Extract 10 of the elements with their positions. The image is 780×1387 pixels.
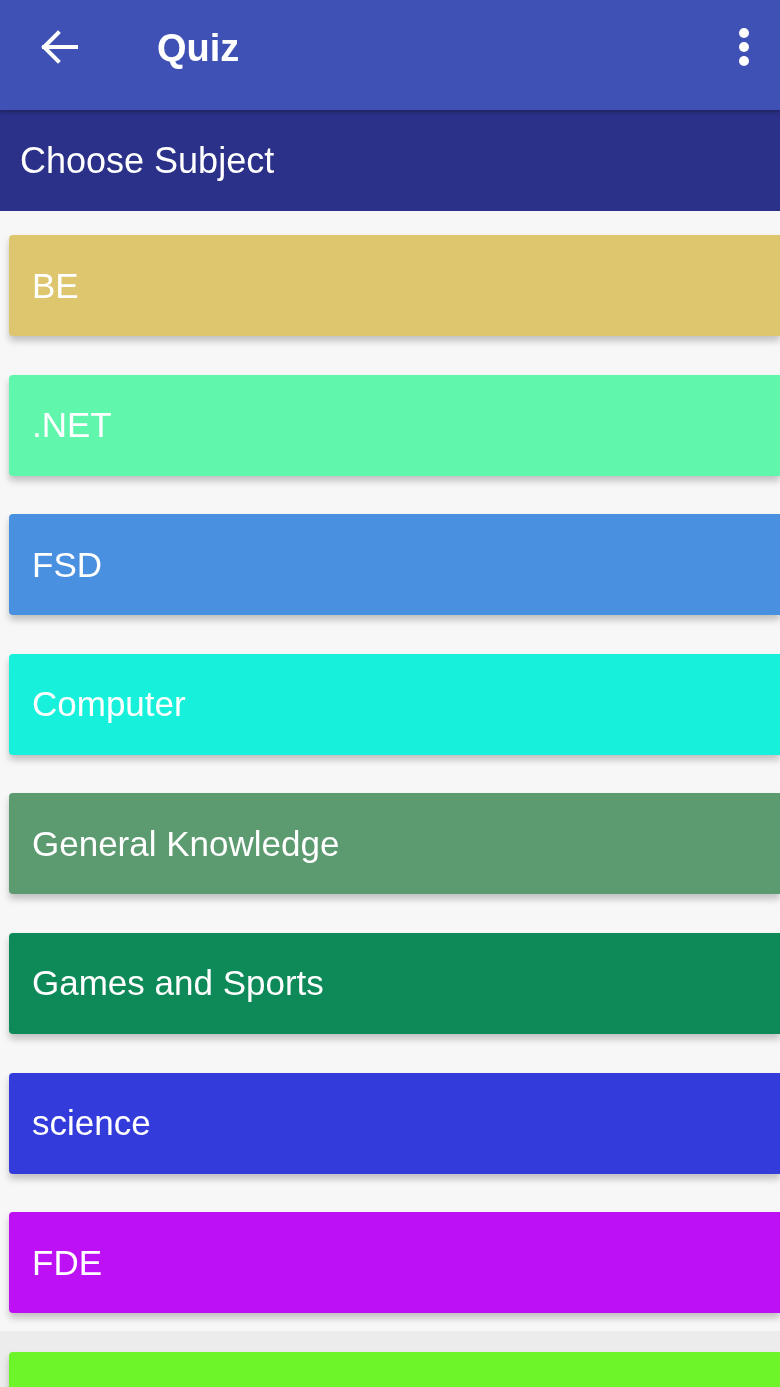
subject-card[interactable]: FDE (9, 1212, 780, 1314)
subject-card[interactable]: BE (9, 235, 780, 336)
section-title: Choose Subject (20, 139, 275, 182)
subject-card[interactable]: General Knowledge (9, 793, 780, 895)
subject-card[interactable]: science (9, 1072, 780, 1174)
more-options-icon[interactable] (738, 28, 750, 66)
subject-card[interactable]: FSD (9, 514, 780, 616)
subject-card[interactable]: Games and Sports (9, 932, 780, 1034)
app-bar-title: Quiz (157, 26, 240, 70)
back-icon[interactable] (40, 30, 78, 64)
